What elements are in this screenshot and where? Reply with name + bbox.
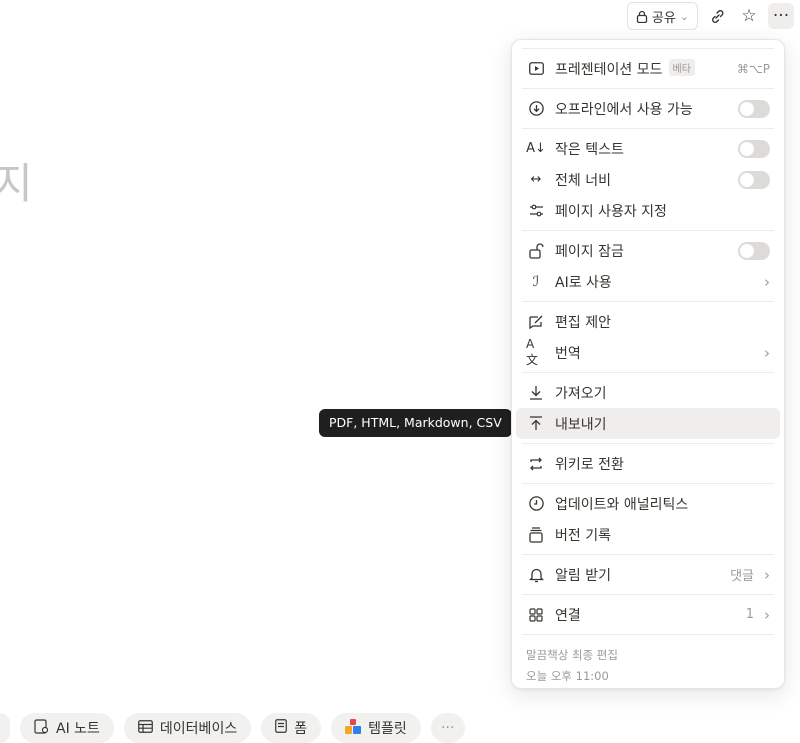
presentation-shortcut: ⌘⌥P xyxy=(736,61,770,76)
menu-item-connections[interactable]: 연결 1 › xyxy=(516,599,780,630)
last-edited-by: 말끔책상 최종 편집 xyxy=(526,648,618,662)
form-label: 폼 xyxy=(294,721,308,737)
template-icon xyxy=(345,718,362,738)
lock-label: 페이지 잠금 xyxy=(555,243,624,260)
small-text-toggle[interactable] xyxy=(738,139,770,158)
chevron-right-icon: › xyxy=(764,272,770,291)
database-button[interactable]: 데이터베이스 xyxy=(123,713,252,743)
unlock-icon xyxy=(526,242,546,259)
ai-label: AI로 사용 xyxy=(555,274,612,291)
offline-label: 오프라인에서 사용 가능 xyxy=(555,101,693,118)
ai-note-button[interactable]: AI 노트 xyxy=(20,713,114,743)
link-icon[interactable] xyxy=(704,3,730,29)
template-button[interactable]: 템플릿 xyxy=(331,713,421,743)
full-width-icon: ↔ xyxy=(530,172,542,187)
full-width-label: 전체 너비 xyxy=(555,172,611,189)
clock-icon xyxy=(526,496,546,511)
menu-item-lock[interactable]: 페이지 잠금 xyxy=(516,235,780,266)
customize-label: 페이지 사용자 지정 xyxy=(555,203,667,220)
chevron-right-icon: › xyxy=(764,565,770,584)
history-label: 버전 기록 xyxy=(555,527,611,544)
lock-icon xyxy=(636,10,648,23)
offline-toggle[interactable] xyxy=(738,99,770,118)
import-label: 가져오기 xyxy=(555,385,607,402)
presentation-label: 프레젠테이션 모드 xyxy=(555,61,663,78)
suggest-label: 편집 제안 xyxy=(555,314,611,331)
connect-label: 연결 xyxy=(555,607,581,624)
bottom-toolbar: AI 노트 데이터베이스 폼 템플릿 ··· xyxy=(0,713,465,743)
template-label: 템플릿 xyxy=(368,721,407,737)
connect-value: 1 xyxy=(745,607,754,622)
history-icon xyxy=(526,526,546,543)
full-width-toggle[interactable] xyxy=(738,170,770,189)
import-icon xyxy=(526,385,546,400)
menu-item-import[interactable]: 가져오기 xyxy=(516,377,780,408)
beta-badge: 베타 xyxy=(668,58,695,76)
suggest-edit-icon xyxy=(526,314,546,330)
updates-label: 업데이트와 애널리틱스 xyxy=(555,496,689,513)
database-label: 데이터베이스 xyxy=(159,721,238,737)
menu-item-updates[interactable]: 업데이트와 애널리틱스 xyxy=(516,488,780,519)
menu-item-notifications[interactable]: 알림 받기 댓글 › xyxy=(516,559,780,590)
play-icon xyxy=(526,62,546,75)
form-icon xyxy=(275,719,288,737)
grid-icon xyxy=(526,607,546,622)
small-text-label: 작은 텍스트 xyxy=(555,141,624,158)
export-tooltip: PDF, HTML, Markdown, CSV xyxy=(319,409,512,437)
chevron-right-icon: › xyxy=(764,343,770,362)
menu-item-full-width[interactable]: ↔ 전체 너비 xyxy=(516,164,780,195)
menu-item-ai[interactable]: ℐ AI로 사용 › xyxy=(516,266,780,297)
share-label: 공유 xyxy=(651,10,676,26)
notify-value: 댓글 xyxy=(730,569,754,584)
wiki-label: 위키로 전환 xyxy=(555,456,624,473)
ai-note-label: AI 노트 xyxy=(56,721,100,737)
form-button[interactable]: 폼 xyxy=(261,713,322,743)
menu-item-translate[interactable]: A文 번역 › xyxy=(516,337,780,368)
small-text-icon: A↓ xyxy=(526,141,546,156)
menu-item-export[interactable]: 내보내기 xyxy=(516,408,780,439)
page-title: 지 xyxy=(0,159,33,208)
download-circle-icon xyxy=(526,101,546,116)
chevron-right-icon: › xyxy=(764,605,770,624)
menu-item-presentation[interactable]: 프레젠테이션 모드 베타 ⌘⌥P xyxy=(516,53,780,84)
menu-item-small-text[interactable]: A↓ 작은 텍스트 xyxy=(516,133,780,164)
menu-item-history[interactable]: 버전 기록 xyxy=(516,519,780,550)
chevron-down-icon: ⌄ xyxy=(679,9,689,23)
menu-item-wiki[interactable]: 위키로 전환 xyxy=(516,448,780,479)
export-label: 내보내기 xyxy=(555,416,607,433)
top-bar: 공유 ⌄ ☆ ··· xyxy=(626,0,800,32)
table-icon xyxy=(138,719,153,737)
lock-toggle[interactable] xyxy=(738,241,770,260)
translate-label: 번역 xyxy=(555,345,581,362)
menu-item-offline[interactable]: 오프라인에서 사용 가능 xyxy=(516,93,780,124)
bell-icon xyxy=(526,567,546,583)
sliders-icon xyxy=(526,204,546,217)
ai-icon: ℐ xyxy=(532,273,540,290)
last-edited-time: 오늘 오후 11:00 xyxy=(526,669,609,683)
menu-item-suggest-edits[interactable]: 편집 제안 xyxy=(516,306,780,337)
share-button[interactable]: 공유 ⌄ xyxy=(626,2,698,30)
cut-off-pill[interactable] xyxy=(0,713,10,743)
wiki-convert-icon xyxy=(526,457,546,471)
page-options-menu: 프레젠테이션 모드 베타 ⌘⌥P 오프라인에서 사용 가능 A↓ 작은 텍스트 ↔… xyxy=(511,39,785,689)
ai-note-icon xyxy=(34,718,49,738)
menu-footer: 말끔책상 최종 편집 오늘 오후 11:00 xyxy=(512,639,784,693)
export-icon xyxy=(526,416,546,431)
notify-label: 알림 받기 xyxy=(555,567,611,584)
translate-icon: A文 xyxy=(526,337,539,367)
star-icon[interactable]: ☆ xyxy=(736,3,762,29)
more-icon[interactable]: ··· xyxy=(768,3,794,29)
menu-item-customize[interactable]: 페이지 사용자 지정 xyxy=(516,195,780,226)
more-options-button[interactable]: ··· xyxy=(430,713,465,743)
